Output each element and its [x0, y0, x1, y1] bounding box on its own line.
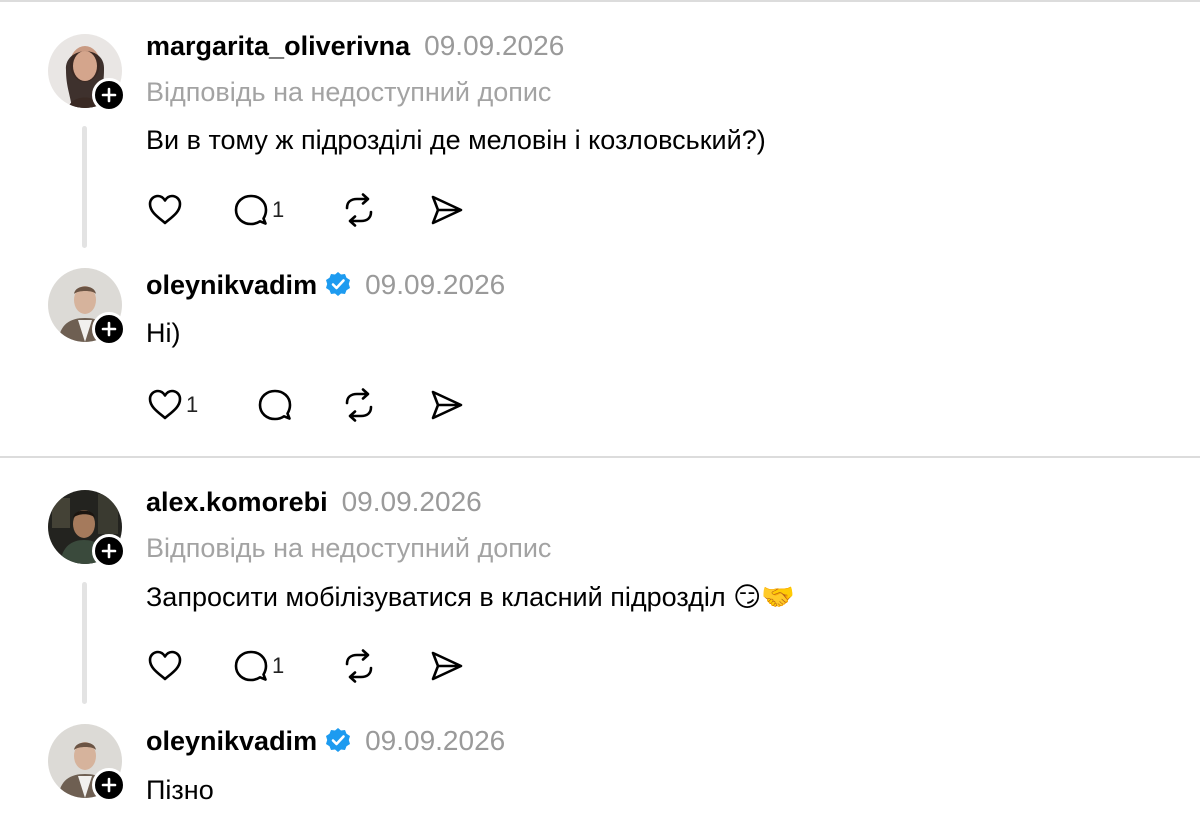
verified-badge-icon — [326, 272, 351, 296]
repost-icon — [345, 649, 373, 683]
comment-text: Ні) — [146, 318, 181, 348]
top-divider — [0, 0, 1200, 2]
reply-count: 1 — [272, 197, 285, 222]
username[interactable]: oleynikvadim — [146, 726, 317, 757]
repost-button[interactable] — [340, 385, 378, 425]
comment-header: alex.komorebi 09.09.2026 — [146, 486, 482, 518]
avatar[interactable] — [48, 724, 126, 802]
like-button[interactable]: 1 — [146, 385, 198, 425]
comment-button[interactable]: 1 — [232, 190, 284, 230]
share-icon — [431, 195, 463, 225]
avatar[interactable] — [48, 34, 126, 112]
post-date: 09.09.2026 — [365, 725, 506, 756]
repost-icon — [345, 193, 373, 227]
share-button[interactable] — [428, 646, 466, 686]
heart-icon — [148, 389, 182, 420]
repost-button[interactable] — [340, 190, 378, 230]
avatar[interactable] — [48, 490, 126, 568]
comment-text: Пізно — [146, 775, 214, 805]
comment-header: oleynikvadim 09.09.2026 — [146, 268, 505, 301]
post-date: 09.09.2026 — [341, 486, 482, 517]
reply-note[interactable]: Відповідь на недоступний допис — [146, 533, 551, 564]
avatar[interactable] — [48, 268, 126, 346]
thread-divider — [0, 456, 1200, 458]
verified-badge-icon — [326, 728, 351, 752]
share-button[interactable] — [428, 190, 466, 230]
comment-button[interactable] — [256, 385, 296, 425]
follow-plus-icon[interactable] — [92, 534, 126, 568]
share-icon — [431, 390, 463, 420]
username[interactable]: alex.komorebi — [146, 487, 328, 518]
repost-icon — [345, 388, 373, 422]
repost-button[interactable] — [340, 646, 378, 686]
comment-text: Запросити мобілізуватися в класний підро… — [146, 582, 795, 612]
comment-button[interactable]: 1 — [232, 646, 284, 686]
comment-header: oleynikvadim 09.09.2026 — [146, 724, 505, 757]
heart-icon — [148, 194, 182, 225]
username[interactable]: margarita_oliverivna — [146, 31, 410, 62]
reply-count: 1 — [272, 653, 285, 678]
comment-text: Ви в тому ж підрозділі де меловін і козл… — [146, 125, 766, 155]
post-date: 09.09.2026 — [365, 269, 506, 300]
thread-line — [82, 126, 87, 248]
share-button[interactable] — [428, 385, 466, 425]
username[interactable]: oleynikvadim — [146, 270, 317, 301]
comment-icon — [234, 194, 268, 226]
follow-plus-icon[interactable] — [92, 312, 126, 346]
post-date: 09.09.2026 — [424, 30, 565, 61]
comment-header: margarita_oliverivna 09.09.2026 — [146, 30, 564, 62]
comment-icon — [258, 389, 292, 421]
thread-line — [82, 582, 87, 704]
follow-plus-icon[interactable] — [92, 78, 126, 112]
like-count: 1 — [186, 392, 199, 417]
share-icon — [431, 651, 463, 681]
like-button[interactable] — [146, 190, 186, 230]
follow-plus-icon[interactable] — [92, 768, 126, 802]
like-button[interactable] — [146, 646, 186, 686]
reply-note[interactable]: Відповідь на недоступний допис — [146, 77, 551, 108]
comment-icon — [234, 650, 268, 682]
heart-icon — [148, 650, 182, 681]
